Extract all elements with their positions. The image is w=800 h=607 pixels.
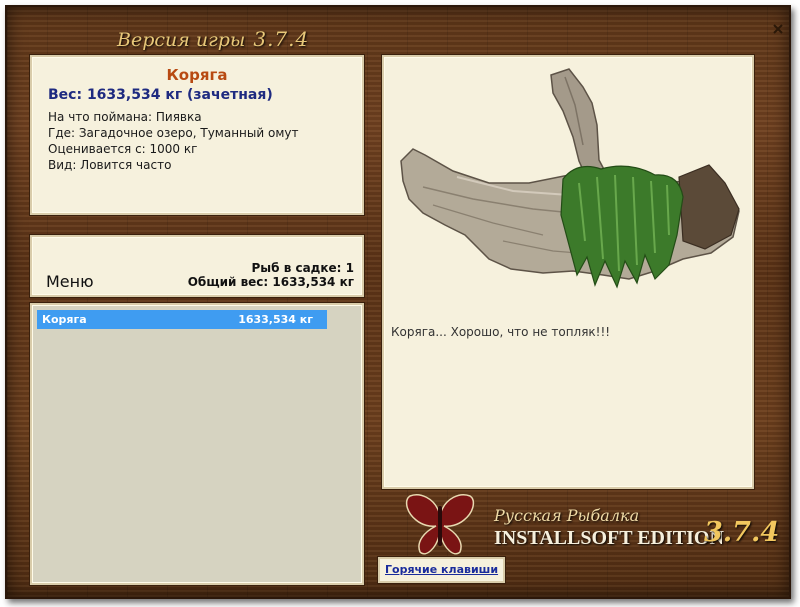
version-number: 3.7.4 bbox=[253, 27, 310, 51]
brand-edition-number: 3.7.4 bbox=[704, 517, 780, 548]
version-label: Версия игры bbox=[117, 29, 246, 51]
catch-weight: Вес: 1633,534 кг (зачетная) bbox=[48, 87, 273, 103]
total-weight: Общий вес: 1633,534 кг bbox=[187, 275, 354, 289]
catch-preview-panel: Коряга... Хорошо, что не топляк!!! bbox=[382, 55, 754, 489]
catch-title: Коряга bbox=[166, 66, 228, 84]
brand-subtitle: Русская Рыбалка bbox=[494, 506, 640, 525]
game-version: Версия игры 3.7.4 bbox=[117, 27, 309, 55]
valuation-info: Оценивается с: 1000 кг bbox=[48, 142, 198, 156]
catch-list-item[interactable]: Коряга 1633,534 кг bbox=[37, 310, 327, 329]
catch-info-panel: Коряга Вес: 1633,534 кг (зачетная) На чт… bbox=[30, 55, 364, 215]
game-branding: Русская Рыбалка INSTALLSOFT EDITION 3.7.… bbox=[402, 492, 792, 562]
location-info: Где: Загадочное озеро, Туманный омут bbox=[48, 126, 299, 140]
catch-list-item-weight: 1633,534 кг bbox=[238, 313, 313, 326]
catch-list-item-name: Коряга bbox=[42, 313, 87, 326]
bait-info: На что поймана: Пиявка bbox=[48, 110, 202, 124]
catch-caption: Коряга... Хорошо, что не топляк!!! bbox=[391, 325, 611, 339]
close-icon[interactable] bbox=[769, 21, 787, 39]
hotkeys-button[interactable]: Горячие клавиши bbox=[378, 557, 506, 583]
menu-button[interactable]: Меню bbox=[46, 272, 94, 291]
brand-edition: INSTALLSOFT EDITION bbox=[494, 527, 724, 549]
main-window: Версия игры 3.7.4 Коряга Вес: 1633,534 кг… bbox=[5, 5, 791, 599]
frequency-info: Вид: Ловится часто bbox=[48, 158, 172, 172]
keepnet-summary-panel: Меню Рыб в садке: 1 Общий вес: 1633,534 … bbox=[30, 235, 364, 297]
driftwood-image bbox=[393, 65, 743, 304]
catch-list-panel: Коряга 1633,534 кг bbox=[30, 303, 364, 585]
fish-count: Рыб в садке: 1 bbox=[251, 261, 355, 275]
butterfly-icon bbox=[402, 492, 478, 564]
